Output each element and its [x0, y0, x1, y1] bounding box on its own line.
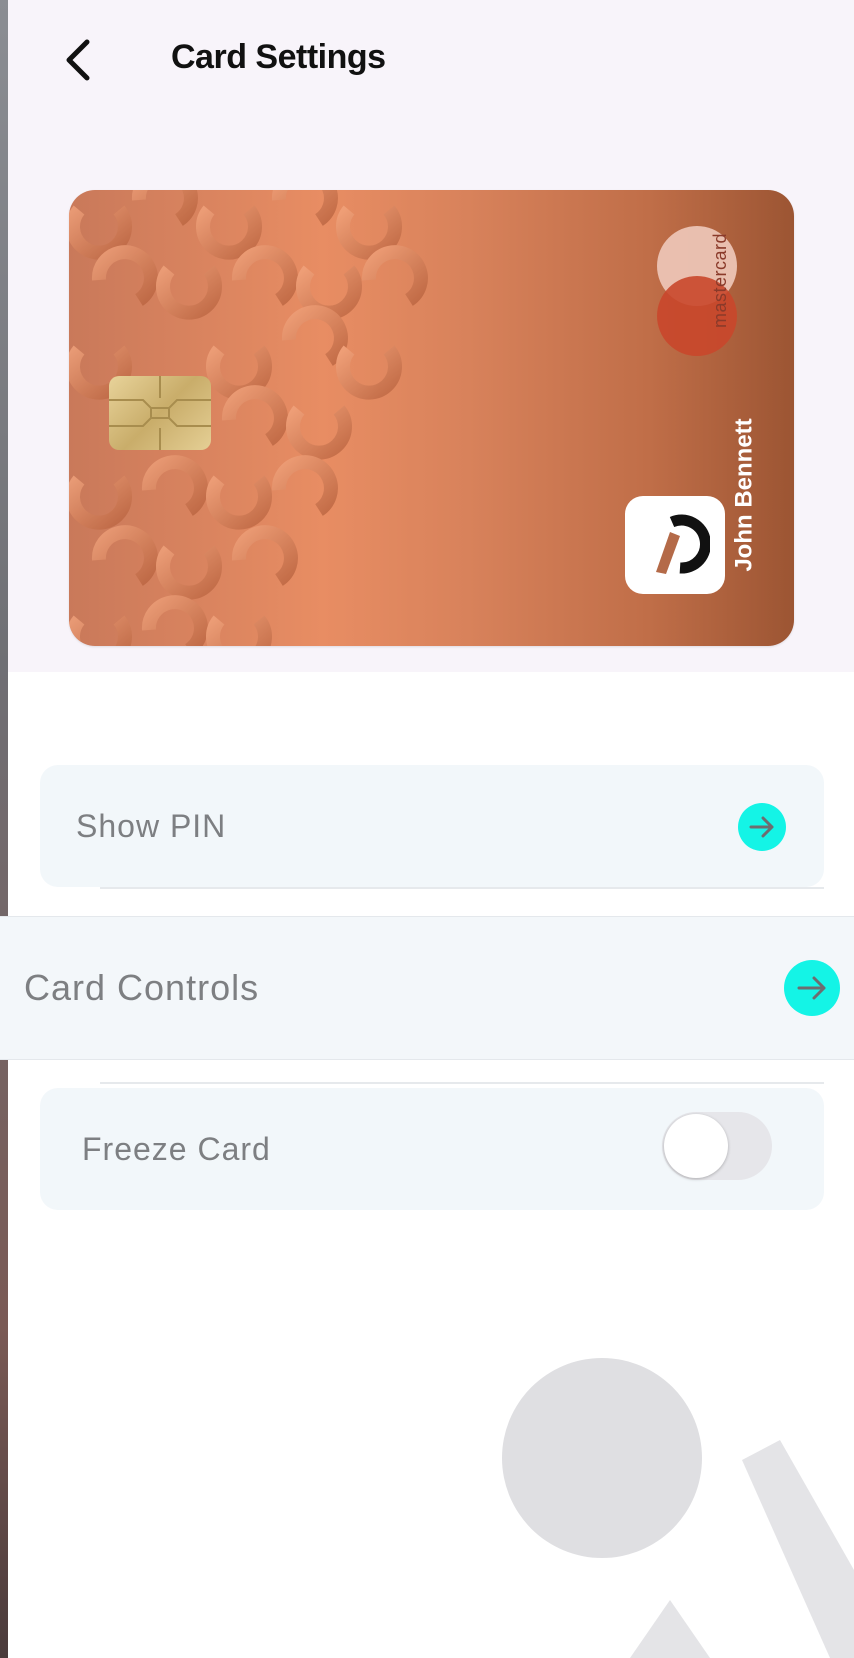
arrow-right-icon: [797, 976, 826, 1000]
window-edge: [0, 0, 8, 1658]
background-watermark-graphic: [502, 1358, 854, 1658]
show-pin-row[interactable]: Show PIN: [40, 765, 824, 887]
freeze-card-label: Freeze Card: [82, 1130, 271, 1167]
divider: [100, 1082, 824, 1084]
divider: [100, 887, 824, 889]
card-controls-label: Card Controls: [24, 967, 260, 1008]
back-button[interactable]: [58, 36, 98, 84]
brand-c-logo-icon: [625, 496, 725, 594]
card-network-label: mastercard: [710, 232, 731, 328]
page-title: Card Settings: [171, 38, 386, 76]
freeze-card-row: Freeze Card: [40, 1088, 824, 1210]
cardholder-name: John Bennett: [731, 418, 759, 572]
payment-card: mastercard John Bennett: [69, 190, 794, 646]
arrow-right-icon: [749, 816, 774, 838]
show-pin-arrow-button[interactable]: [738, 803, 786, 851]
toggle-knob: [664, 1114, 728, 1178]
card-chip: [109, 376, 211, 450]
chevron-left-icon: [66, 39, 90, 81]
show-pin-label: Show PIN: [76, 807, 227, 844]
card-controls-arrow-button[interactable]: [784, 960, 840, 1016]
freeze-card-toggle[interactable]: [662, 1112, 772, 1180]
card-controls-row[interactable]: Card Controls: [0, 916, 854, 1060]
